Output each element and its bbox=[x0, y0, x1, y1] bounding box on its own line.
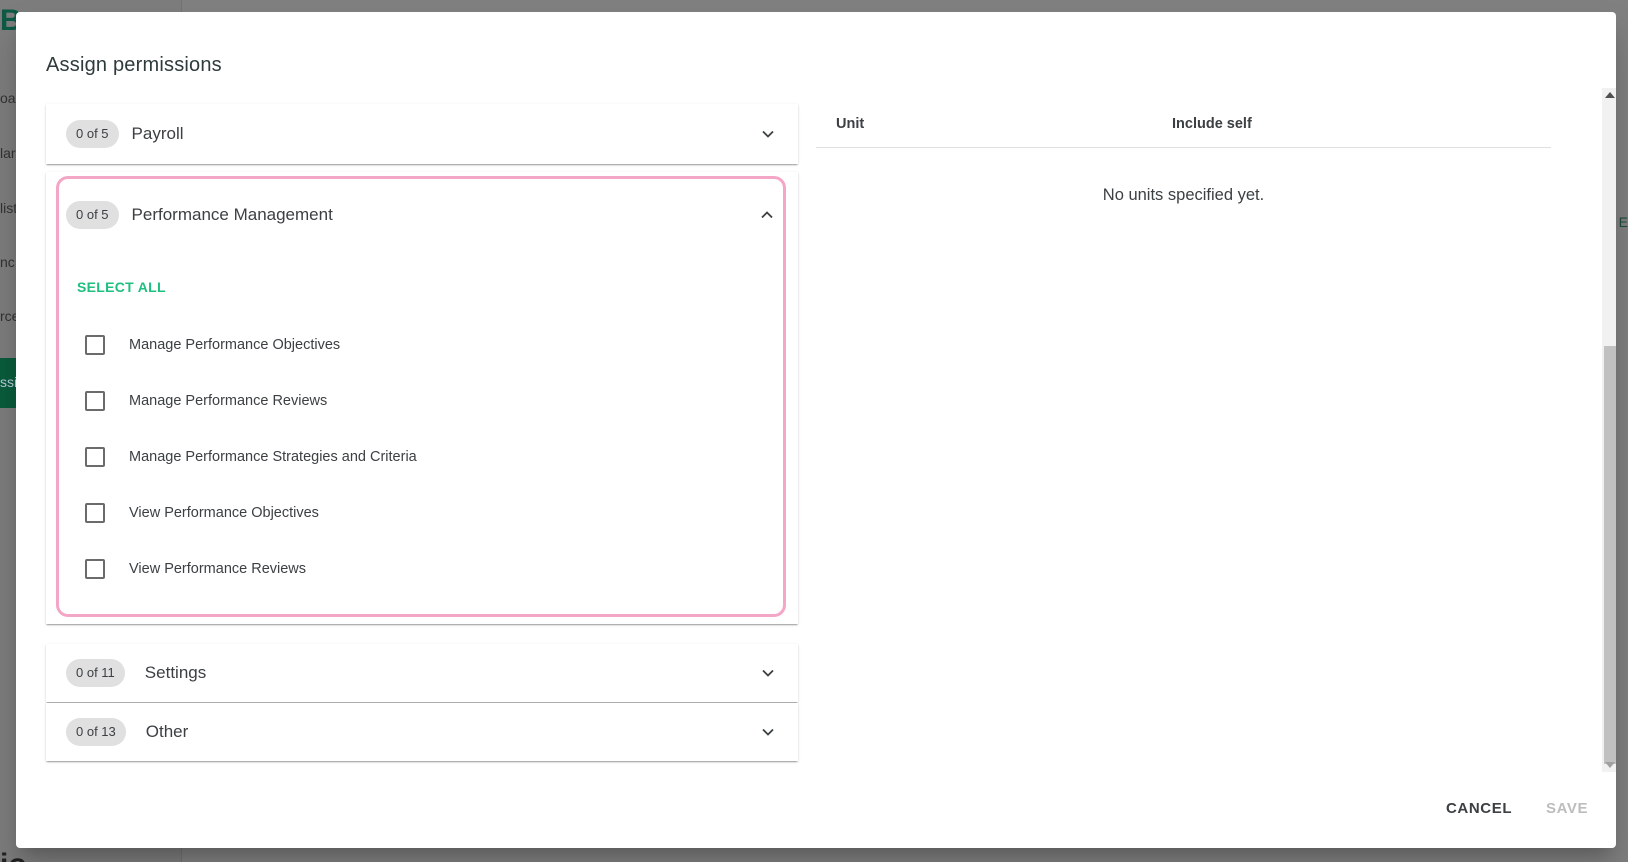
chevron-up-icon[interactable] bbox=[759, 207, 775, 223]
permission-group-performance-management: 0 of 5 Performance Management SELECT ALL… bbox=[46, 172, 798, 624]
group-title: Settings bbox=[144, 663, 207, 682]
permission-groups-panel: 0 of 5 Payroll 0 of 5 Performance Manage… bbox=[46, 92, 798, 792]
count-chip: 0 of 5 bbox=[66, 201, 119, 229]
empty-state-message: No units specified yet. bbox=[1102, 186, 1265, 204]
column-header-unit: Unit bbox=[836, 116, 865, 132]
permission-checkbox[interactable] bbox=[85, 447, 105, 467]
count-chip: 0 of 13 bbox=[66, 718, 126, 746]
cancel-button[interactable]: CANCEL bbox=[1446, 800, 1512, 817]
permission-checkbox[interactable] bbox=[85, 503, 105, 523]
background-nav-active: ssi bbox=[0, 358, 18, 408]
permission-checkbox[interactable] bbox=[85, 559, 105, 579]
permission-label: View Performance Reviews bbox=[129, 561, 307, 577]
chevron-down-icon[interactable] bbox=[760, 665, 776, 681]
permission-group-settings: 0 of 11 Settings bbox=[46, 644, 798, 702]
assign-permissions-dialog: Assign permissions 0 of 5 Payroll 0 of 5… bbox=[16, 12, 1616, 848]
permission-group-other: 0 of 13 Other bbox=[46, 703, 798, 761]
permission-checkbox[interactable] bbox=[85, 391, 105, 411]
permission-item[interactable]: View Performance Reviews bbox=[85, 557, 306, 581]
permission-label: View Performance Objectives bbox=[129, 505, 319, 521]
group-title: Other bbox=[145, 722, 189, 741]
group-title: Performance Management bbox=[131, 205, 333, 224]
scrollbar[interactable] bbox=[1602, 88, 1616, 772]
permission-group-header[interactable]: 0 of 11 Settings bbox=[46, 644, 798, 702]
background-nav-item: oa bbox=[0, 90, 16, 106]
chevron-down-icon[interactable] bbox=[760, 126, 776, 142]
permission-item[interactable]: View Performance Objectives bbox=[85, 501, 319, 525]
permission-group-header[interactable]: 0 of 5 Performance Management bbox=[59, 179, 783, 251]
chevron-down-icon[interactable] bbox=[760, 724, 776, 740]
scroll-down-arrow-icon[interactable] bbox=[1605, 762, 1615, 768]
scroll-up-arrow-icon[interactable] bbox=[1605, 92, 1615, 98]
permission-label: Manage Performance Objectives bbox=[129, 337, 341, 353]
background-nav-item: lar bbox=[0, 145, 16, 161]
permission-checkbox[interactable] bbox=[85, 335, 105, 355]
dialog-title: Assign permissions bbox=[46, 54, 222, 76]
group-title: Payroll bbox=[131, 124, 184, 143]
table-divider bbox=[816, 147, 1551, 148]
permission-label: Manage Performance Strategies and Criter… bbox=[129, 449, 417, 465]
permission-item[interactable]: Manage Performance Strategies and Criter… bbox=[85, 445, 417, 469]
permission-group-header[interactable]: 0 of 5 Payroll bbox=[46, 104, 798, 164]
select-all-button[interactable]: SELECT ALL bbox=[77, 279, 166, 295]
permission-item[interactable]: Manage Performance Reviews bbox=[85, 389, 327, 413]
column-header-include-self: Include self bbox=[1172, 116, 1252, 132]
permission-group-payroll: 0 of 5 Payroll bbox=[46, 104, 798, 164]
background-right-tab: E bbox=[1618, 214, 1628, 230]
permission-group-header[interactable]: 0 of 13 Other bbox=[46, 703, 798, 761]
background-nav-active-label: ssi bbox=[0, 374, 18, 390]
highlighted-group-frame: 0 of 5 Performance Management SELECT ALL… bbox=[56, 176, 786, 617]
save-button[interactable]: SAVE bbox=[1546, 800, 1588, 817]
background-nav-item: nc bbox=[0, 254, 15, 270]
permission-item[interactable]: Manage Performance Objectives bbox=[85, 333, 340, 357]
background-nav-item: list bbox=[0, 200, 18, 216]
scrollbar-thumb[interactable] bbox=[1604, 346, 1616, 764]
units-table: Unit Include self No units specified yet… bbox=[816, 92, 1551, 772]
background-bottom-text: io bbox=[0, 848, 27, 862]
count-chip: 0 of 5 bbox=[66, 120, 119, 148]
count-chip: 0 of 11 bbox=[66, 659, 125, 687]
permission-label: Manage Performance Reviews bbox=[129, 393, 328, 409]
